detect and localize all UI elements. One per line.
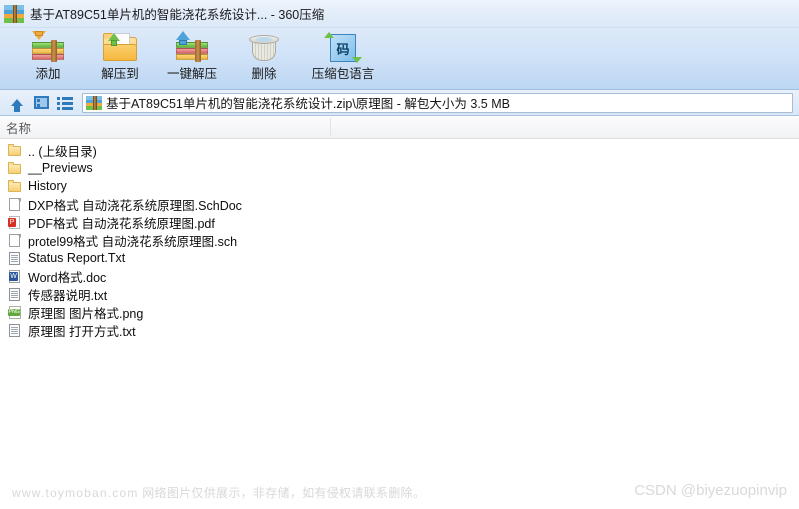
window-title: 基于AT89C51单片机的智能浇花系统设计... - 360压缩 [30,8,325,22]
file-name: DXP格式 自动浇花系统原理图.SchDoc [28,198,242,213]
toolbar-label: 添加 [35,67,61,81]
toolbar-button-extract-to[interactable]: 解压到 [84,28,156,88]
list-item[interactable]: 传感器说明.txt [0,285,799,303]
main-toolbar: 添加 解压到 一键解压 删除 码 压缩包语言 [0,28,799,90]
list-item[interactable]: W Word格式.doc [0,267,799,285]
folder-icon [8,143,23,158]
up-directory-button[interactable] [6,93,28,113]
add-to-archive-icon [27,31,69,65]
pdf-file-icon: P [8,215,23,230]
list-item[interactable]: __Previews [0,159,799,177]
text-file-icon [8,251,23,266]
one-click-extract-icon [171,31,213,65]
preview-panel-icon [33,96,49,109]
file-name: PDF格式 自动浇花系统原理图.pdf [28,216,215,231]
file-list[interactable]: .. (上级目录) __Previews History DXP格式 自动浇花系… [0,139,799,509]
list-view-icon [57,96,73,110]
extract-to-folder-icon [99,31,141,65]
csdn-watermark: CSDN @biyezuopinvip [634,482,787,499]
archive-language-icon: 码 [322,31,364,65]
folder-icon [8,161,23,176]
file-name: History [28,179,67,193]
column-divider[interactable] [330,118,331,136]
column-header: 名称 [0,116,799,139]
toolbar-label: 解压到 [101,67,139,81]
toolbar-label: 一键解压 [166,67,217,81]
list-item[interactable]: Status Report.Txt [0,249,799,267]
list-item[interactable]: DXP格式 自动浇花系统原理图.SchDoc [0,195,799,213]
word-badge: W [9,271,18,281]
column-header-name[interactable]: 名称 [0,116,330,138]
folder-icon [8,179,23,194]
file-name: 原理图 打开方式.txt [28,324,136,339]
list-item[interactable]: 原理图 打开方式.txt [0,321,799,339]
toolbar-button-archive-language[interactable]: 码 压缩包语言 [300,28,386,88]
file-name: Word格式.doc [28,270,107,285]
document-icon [8,197,23,212]
document-icon [8,233,23,248]
text-file-icon [8,323,23,338]
list-item[interactable]: PNG 原理图 图片格式.png [0,303,799,321]
up-arrow-icon [11,99,23,112]
site-watermark-text: 网络图片仅供展示，非存储，如有侵权请联系删除。 [142,486,426,500]
toolbar-button-add[interactable]: 添加 [12,28,84,88]
address-bar: 基于AT89C51单片机的智能浇花系统设计.zip\原理图 - 解包大小为 3.… [0,90,799,116]
site-watermark-domain: www.toymoban.com [12,486,139,500]
pdf-badge: P [8,217,16,227]
file-name: 传感器说明.txt [28,288,108,303]
file-name: 原理图 图片格式.png [28,306,144,321]
list-item[interactable]: protel99格式 自动浇花系统原理图.sch [0,231,799,249]
toolbar-label: 删除 [251,67,277,81]
path-field[interactable]: 基于AT89C51单片机的智能浇花系统设计.zip\原理图 - 解包大小为 3.… [82,92,793,113]
site-watermark: www.toymoban.com 网络图片仅供展示，非存储，如有侵权请联系删除。 [12,484,425,501]
png-image-icon: PNG [8,305,23,320]
archive-manager-window: 基于AT89C51单片机的智能浇花系统设计... - 360压缩 添加 解压到 … [0,0,799,509]
delete-trash-icon [243,31,285,65]
file-name: __Previews [28,161,93,175]
file-name: protel99格式 自动浇花系统原理图.sch [28,234,238,249]
text-file-icon [8,287,23,302]
archive-icon [86,95,102,110]
toolbar-label: 压缩包语言 [311,67,375,81]
list-item[interactable]: P PDF格式 自动浇花系统原理图.pdf [0,213,799,231]
toolbar-button-delete[interactable]: 删除 [228,28,300,88]
archive-icon [4,4,24,23]
list-view-button[interactable] [54,93,76,113]
preview-panel-button[interactable] [30,93,52,113]
title-bar: 基于AT89C51单片机的智能浇花系统设计... - 360压缩 [0,0,799,28]
file-name: .. (上级目录) [28,144,97,159]
file-name: Status Report.Txt [28,251,126,265]
path-text: 基于AT89C51单片机的智能浇花系统设计.zip\原理图 - 解包大小为 3.… [106,97,510,111]
list-item[interactable]: History [0,177,799,195]
word-file-icon: W [8,269,23,284]
png-badge: PNG [8,308,20,316]
toolbar-button-one-click-extract[interactable]: 一键解压 [156,28,228,88]
list-item[interactable]: .. (上级目录) [0,141,799,159]
